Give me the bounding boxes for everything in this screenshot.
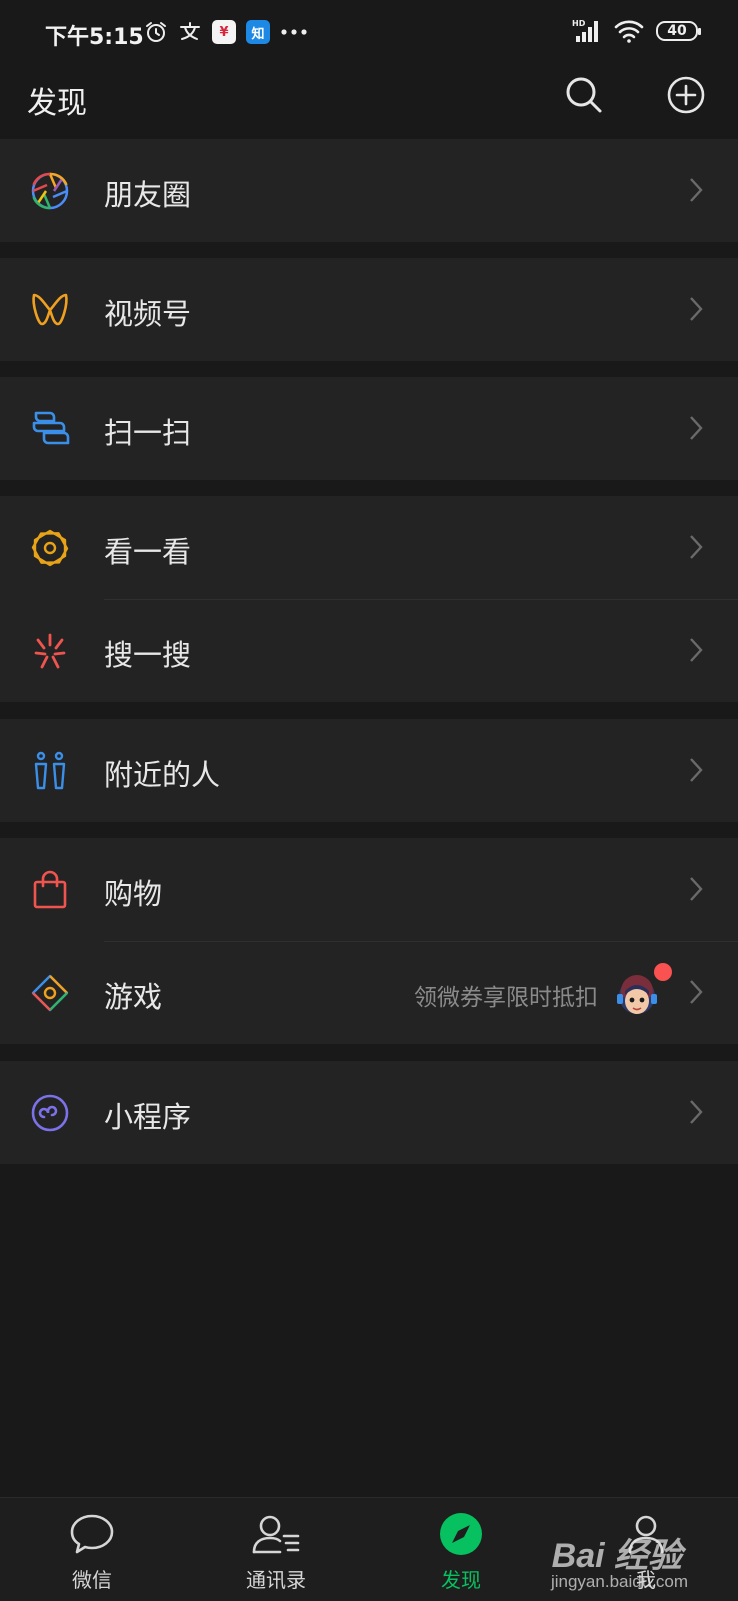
games-badge-dot xyxy=(654,963,672,981)
wifi-icon xyxy=(614,20,644,43)
signal-icon: HD xyxy=(572,19,598,42)
menu-label-channels: 视频号 xyxy=(104,297,192,331)
tab-label-contacts: 通讯录 xyxy=(246,1568,306,1592)
page-title: 发现 xyxy=(27,86,87,121)
chevron-right-icon xyxy=(690,638,703,662)
menu-item-nearby[interactable]: 附近的人 xyxy=(0,719,738,822)
menu-item-moments[interactable]: 朋友圈 xyxy=(0,139,738,242)
alipay-icon xyxy=(180,22,200,40)
menu-item-top-stories[interactable]: 看一看 xyxy=(0,496,738,599)
tab-label-chats: 微信 xyxy=(72,1568,112,1592)
scan-icon xyxy=(32,411,70,445)
group-scan: 扫一扫 xyxy=(0,377,738,480)
game-character-avatar xyxy=(617,975,657,1014)
add-icon[interactable] xyxy=(666,75,706,115)
menu-item-shopping[interactable]: 购物 xyxy=(0,838,738,941)
contacts-icon xyxy=(252,1515,300,1554)
chevron-right-icon xyxy=(690,758,703,782)
tab-contacts[interactable]: 通讯录 xyxy=(216,1512,336,1593)
menu-label-mini-programs: 小程序 xyxy=(104,1100,192,1134)
menu-label-nearby: 附近的人 xyxy=(104,758,221,792)
chevron-right-icon xyxy=(690,178,703,202)
tab-label-discover: 发现 xyxy=(441,1568,481,1592)
moments-icon xyxy=(31,172,69,210)
chevron-right-icon xyxy=(690,535,703,559)
menu-item-mini-programs[interactable]: 小程序 xyxy=(0,1061,738,1164)
status-time: 下午5:15 xyxy=(45,25,144,50)
more-dots-icon xyxy=(281,29,307,35)
battery-indicator: 40 xyxy=(656,21,701,41)
menu-item-channels[interactable]: 视频号 xyxy=(0,258,738,361)
network-label: HD xyxy=(572,19,586,28)
shopping-bag-icon xyxy=(33,870,67,909)
wechat-search-icon xyxy=(34,633,66,669)
chevron-right-icon xyxy=(690,877,703,901)
games-promo-hint: 领微券享限时抵扣 xyxy=(414,985,598,1011)
menu-label-shopping: 购物 xyxy=(104,877,163,911)
zhihu-icon: 知 xyxy=(246,20,270,44)
menu-label-scan: 扫一扫 xyxy=(104,416,192,450)
group-stories-search: 看一看 搜一搜 xyxy=(0,496,738,702)
menu-label-games: 游戏 xyxy=(104,980,163,1014)
top-stories-icon xyxy=(31,529,69,567)
chevron-right-icon xyxy=(690,297,703,321)
search-icon[interactable] xyxy=(564,75,604,115)
chat-bubble-icon xyxy=(70,1514,114,1554)
group-channels: 视频号 xyxy=(0,258,738,361)
yen-app-icon: ¥ xyxy=(212,20,236,44)
chevron-right-icon xyxy=(690,980,703,1004)
chevron-right-icon xyxy=(690,416,703,440)
page-header: 发现 xyxy=(0,62,738,138)
tab-discover[interactable]: 发现 xyxy=(401,1512,521,1593)
group-shopping-games: 购物 游戏 领微券享限时抵扣 xyxy=(0,838,738,1044)
menu-label-top-stories: 看一看 xyxy=(104,535,192,569)
baidu-watermark-url: jingyan.baidu.com xyxy=(550,1572,688,1591)
alarm-icon xyxy=(146,22,166,42)
menu-item-scan[interactable]: 扫一扫 xyxy=(0,377,738,480)
group-mini-programs: 小程序 xyxy=(0,1061,738,1164)
menu-label-moments: 朋友圈 xyxy=(104,178,192,212)
status-bar: 下午5:15 ¥ 知 HD 40 xyxy=(0,0,738,62)
compass-icon xyxy=(440,1513,482,1555)
games-icon xyxy=(31,974,69,1012)
status-system-icons: HD 40 xyxy=(572,18,701,44)
people-nearby-icon xyxy=(34,751,66,790)
status-notification-icons: ¥ 知 xyxy=(144,18,308,46)
baidu-watermark-logo: Bai 经验 xyxy=(551,1537,682,1575)
menu-label-search: 搜一搜 xyxy=(104,638,192,672)
channels-icon xyxy=(32,293,68,326)
mini-programs-icon xyxy=(31,1094,69,1132)
tab-chats[interactable]: 微信 xyxy=(32,1512,152,1593)
group-nearby: 附近的人 xyxy=(0,719,738,822)
group-moments: 朋友圈 xyxy=(0,139,738,242)
chevron-right-icon xyxy=(690,1100,703,1124)
menu-item-games[interactable]: 游戏 领微券享限时抵扣 xyxy=(0,941,738,1044)
menu-item-search[interactable]: 搜一搜 xyxy=(0,599,738,702)
